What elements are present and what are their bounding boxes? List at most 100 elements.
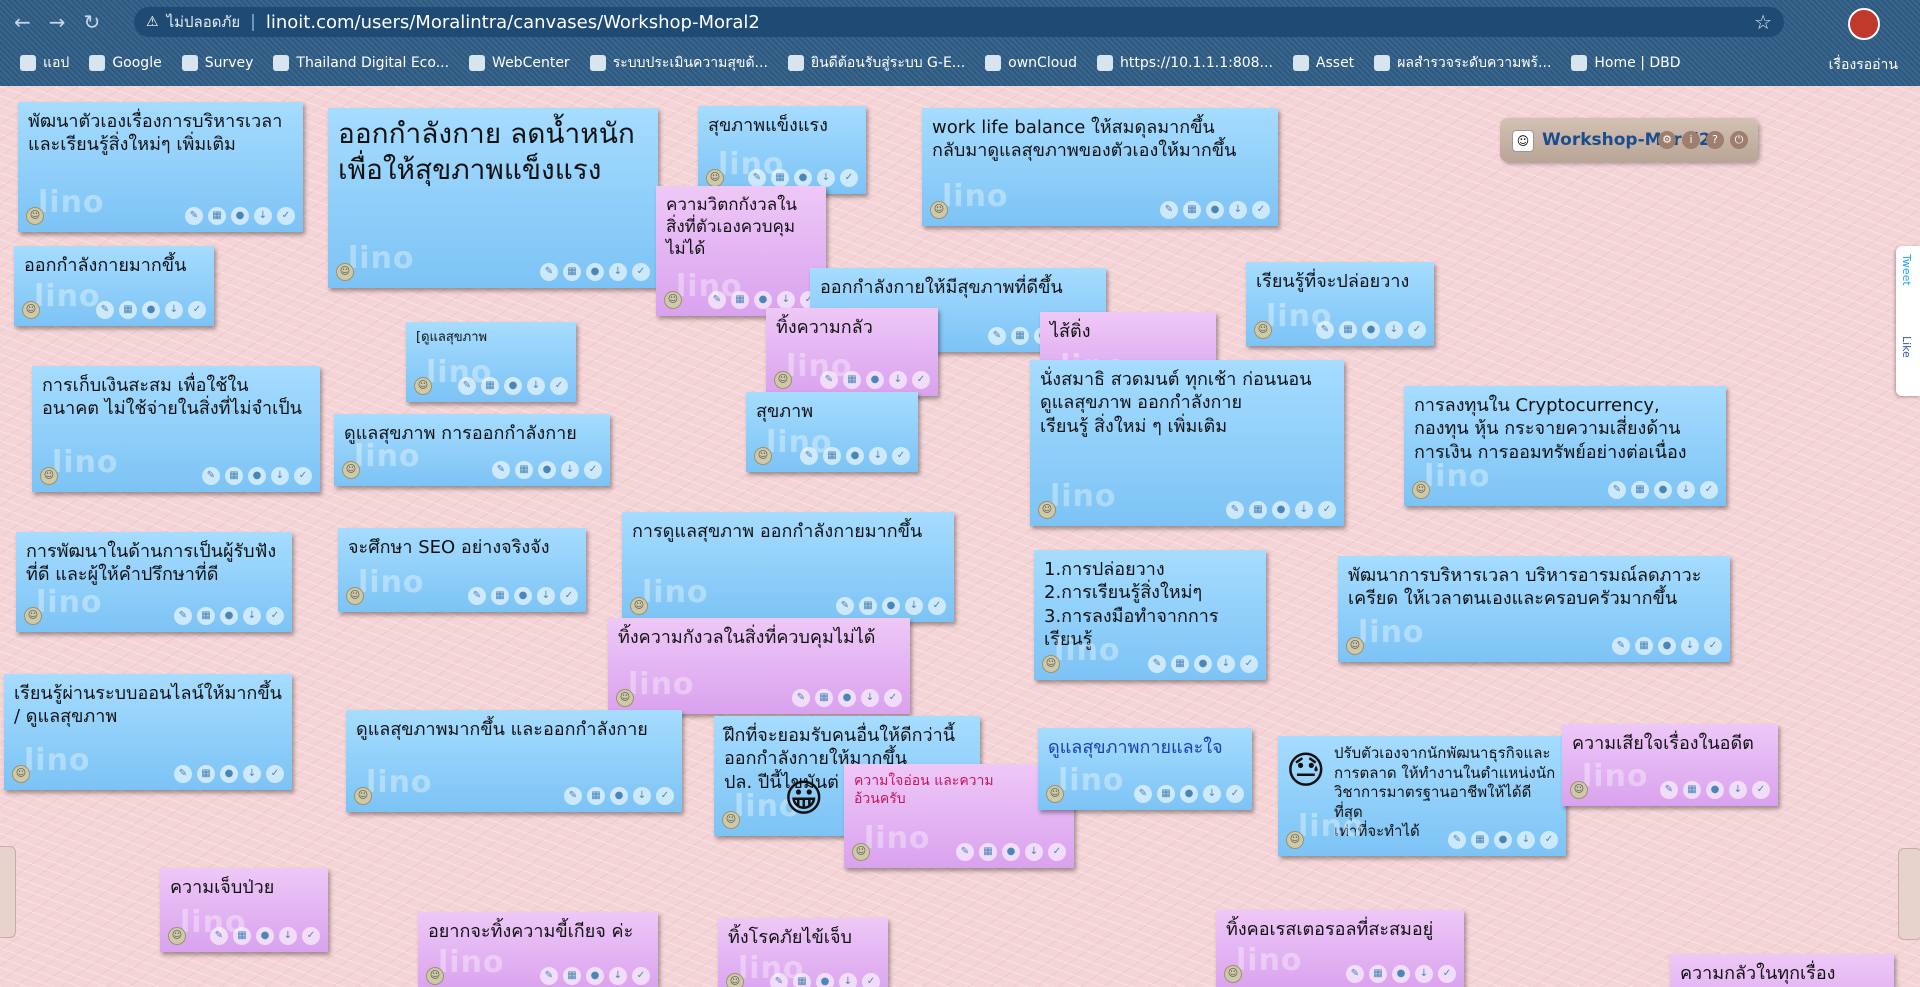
calendar-icon[interactable]: ▦ bbox=[1171, 655, 1189, 673]
check-icon[interactable]: ✓ bbox=[656, 787, 674, 805]
bookmark-item[interactable]: Thailand Digital Eco... bbox=[273, 55, 449, 71]
edit-icon[interactable]: ✎ bbox=[1148, 655, 1166, 673]
download-icon[interactable]: ↓ bbox=[254, 207, 272, 225]
settings-icon[interactable]: ⚙ bbox=[1658, 131, 1676, 149]
user-icon[interactable]: ● bbox=[1194, 655, 1212, 673]
calendar-icon[interactable]: ▦ bbox=[1683, 781, 1701, 799]
user-icon[interactable]: ● bbox=[248, 467, 266, 485]
sticky-note[interactable]: lino สุขภาพแข็งแรง ☺ ✎ ▦ ● ↓ ✓ bbox=[698, 106, 866, 194]
calendar-icon[interactable]: ▦ bbox=[1369, 965, 1387, 983]
calendar-icon[interactable]: ▦ bbox=[1249, 501, 1267, 519]
check-icon[interactable]: ✓ bbox=[302, 927, 320, 945]
calendar-icon[interactable]: ▦ bbox=[587, 787, 605, 805]
help-icon[interactable]: ? bbox=[1706, 131, 1724, 149]
edit-icon[interactable]: ✎ bbox=[956, 843, 974, 861]
download-icon[interactable]: ↓ bbox=[537, 587, 555, 605]
sticky-note[interactable]: lino ความเจ็บป่วย ☺ ✎ ▦ ● ↓ ✓ bbox=[160, 868, 328, 952]
check-icon[interactable]: ✓ bbox=[1704, 637, 1722, 655]
user-icon[interactable]: ● bbox=[1494, 831, 1512, 849]
check-icon[interactable]: ✓ bbox=[912, 371, 930, 389]
download-icon[interactable]: ↓ bbox=[609, 263, 627, 281]
profile-avatar[interactable] bbox=[1848, 8, 1880, 40]
calendar-icon[interactable]: ▦ bbox=[1011, 327, 1029, 345]
user-icon[interactable]: ● bbox=[754, 291, 772, 309]
download-icon[interactable]: ↓ bbox=[1681, 637, 1699, 655]
user-icon[interactable]: ● bbox=[794, 169, 812, 187]
edit-icon[interactable]: ✎ bbox=[708, 291, 726, 309]
info-icon[interactable]: i bbox=[1682, 131, 1700, 149]
user-icon[interactable]: ● bbox=[586, 263, 604, 281]
edit-icon[interactable]: ✎ bbox=[458, 377, 476, 395]
sticky-note[interactable]: lino การพัฒนาในด้านการเป็นผู้รับฟัง ที่ดี… bbox=[16, 532, 292, 632]
sticky-note[interactable]: lino ความเสียใจเรื่องในอดีต ☺ ✎ ▦ ● ↓ ✓ bbox=[1562, 724, 1778, 806]
calendar-icon[interactable]: ▦ bbox=[563, 263, 581, 281]
edit-icon[interactable]: ✎ bbox=[1226, 501, 1244, 519]
check-icon[interactable]: ✓ bbox=[1048, 843, 1066, 861]
reload-icon[interactable]: ↻ bbox=[84, 10, 101, 36]
bookmark-item[interactable]: Asset bbox=[1292, 55, 1354, 71]
sticky-note[interactable]: lino ดูแลสุขภาพ การออกกำลังกาย ☺ ✎ ▦ ● ↓ ✓ bbox=[334, 414, 610, 486]
user-icon[interactable]: ● bbox=[866, 371, 884, 389]
user-icon[interactable]: ● bbox=[846, 447, 864, 465]
user-icon[interactable]: ● bbox=[514, 587, 532, 605]
sticky-note[interactable]: lino นั่งสมาธิ สวดมนต์ ทุกเช้า ก่อนนอน ดู… bbox=[1030, 360, 1344, 526]
check-icon[interactable]: ✓ bbox=[266, 607, 284, 625]
edit-icon[interactable]: ✎ bbox=[1660, 781, 1678, 799]
sticky-note[interactable]: lino อยากจะทิ้งความขี้เกียจ ค่ะ ☺ ✎ ▦ ● ↓ ✓ bbox=[418, 912, 658, 987]
check-icon[interactable]: ✓ bbox=[1226, 785, 1244, 803]
sticky-note[interactable]: lino ทิ้งความกังวลในสิ่งที่ควบคุมไม่ได้ ☺ ✎… bbox=[608, 618, 910, 714]
sticky-note[interactable]: lino การลงทุนใน Cryptocurrency, กองทุน หุ… bbox=[1404, 386, 1726, 506]
user-icon[interactable]: ● bbox=[1180, 785, 1198, 803]
calendar-icon[interactable]: ▦ bbox=[1339, 321, 1357, 339]
user-icon[interactable]: ● bbox=[504, 377, 522, 395]
check-icon[interactable]: ✓ bbox=[862, 973, 880, 987]
reading-list[interactable]: เรื่องรออ่าน bbox=[1829, 54, 1898, 76]
edit-icon[interactable]: ✎ bbox=[492, 461, 510, 479]
bookmark-item[interactable]: ยินดีต้อนรับสู่ระบบ G-E... bbox=[787, 52, 965, 74]
user-icon[interactable]: ● bbox=[838, 689, 856, 707]
calendar-icon[interactable]: ▦ bbox=[119, 301, 137, 319]
check-icon[interactable]: ✓ bbox=[584, 461, 602, 479]
user-icon[interactable]: ● bbox=[586, 967, 604, 985]
user-icon[interactable]: ● bbox=[1272, 501, 1290, 519]
bookmark-item[interactable]: ระบบประเมินความสุขด้... bbox=[589, 52, 768, 74]
calendar-icon[interactable]: ▦ bbox=[1183, 201, 1201, 219]
user-icon[interactable]: ● bbox=[256, 927, 274, 945]
address-bar[interactable]: ⚠ ไม่ปลอดภัย | linoit.com/users/Moralint… bbox=[134, 7, 1784, 37]
download-icon[interactable]: ↓ bbox=[889, 371, 907, 389]
sticky-note[interactable]: lino ออกกำลังกาย ลดน้ำหนัก เพื่อให้สุขภาพ… bbox=[328, 108, 658, 288]
edit-icon[interactable]: ✎ bbox=[174, 765, 192, 783]
check-icon[interactable]: ✓ bbox=[277, 207, 295, 225]
sticky-note[interactable]: lino ทิ้งความกลัว ☺ ✎ ▦ ● ↓ ✓ bbox=[766, 308, 938, 396]
check-icon[interactable]: ✓ bbox=[632, 967, 650, 985]
edit-icon[interactable]: ✎ bbox=[1346, 965, 1364, 983]
sticky-note[interactable]: lino การดูแลสุขภาพ ออกกำลังกายมากขึ้น ☺ ✎ ▦ ●… bbox=[622, 512, 954, 622]
right-scroll-handle[interactable] bbox=[1898, 848, 1920, 940]
url-text[interactable]: linoit.com/users/Moralintra/canvases/Wor… bbox=[266, 12, 760, 33]
sticky-note[interactable]: lino ปรับตัวเองจากนักพัฒนาธุรกิจและ การตล… bbox=[1278, 736, 1566, 856]
user-icon[interactable]: ● bbox=[816, 973, 834, 987]
download-icon[interactable]: ↓ bbox=[817, 169, 835, 187]
download-icon[interactable]: ↓ bbox=[1415, 965, 1433, 983]
check-icon[interactable]: ✓ bbox=[892, 447, 910, 465]
download-icon[interactable]: ↓ bbox=[861, 689, 879, 707]
edit-icon[interactable]: ✎ bbox=[1316, 321, 1334, 339]
edit-icon[interactable]: ✎ bbox=[1608, 481, 1626, 499]
user-icon[interactable]: ● bbox=[231, 207, 249, 225]
check-icon[interactable]: ✓ bbox=[266, 765, 284, 783]
user-icon[interactable]: ● bbox=[1362, 321, 1380, 339]
like-button[interactable]: Like bbox=[1900, 336, 1913, 358]
calendar-icon[interactable]: ▦ bbox=[1157, 785, 1175, 803]
edit-icon[interactable]: ✎ bbox=[748, 169, 766, 187]
download-icon[interactable]: ↓ bbox=[633, 787, 651, 805]
calendar-icon[interactable]: ▦ bbox=[481, 377, 499, 395]
sticky-note[interactable]: lino ดูแลสุขภาพกายและใจ ☺ ✎ ▦ ● ↓ ✓ bbox=[1038, 728, 1252, 810]
download-icon[interactable]: ↓ bbox=[1385, 321, 1403, 339]
user-icon[interactable]: ● bbox=[142, 301, 160, 319]
user-icon[interactable]: ● bbox=[220, 607, 238, 625]
edit-icon[interactable]: ✎ bbox=[202, 467, 220, 485]
bookmark-star-icon[interactable]: ☆ bbox=[1754, 10, 1772, 34]
check-icon[interactable]: ✓ bbox=[1318, 501, 1336, 519]
bookmark-item[interactable]: แอป bbox=[20, 52, 69, 74]
edit-icon[interactable]: ✎ bbox=[1448, 831, 1466, 849]
